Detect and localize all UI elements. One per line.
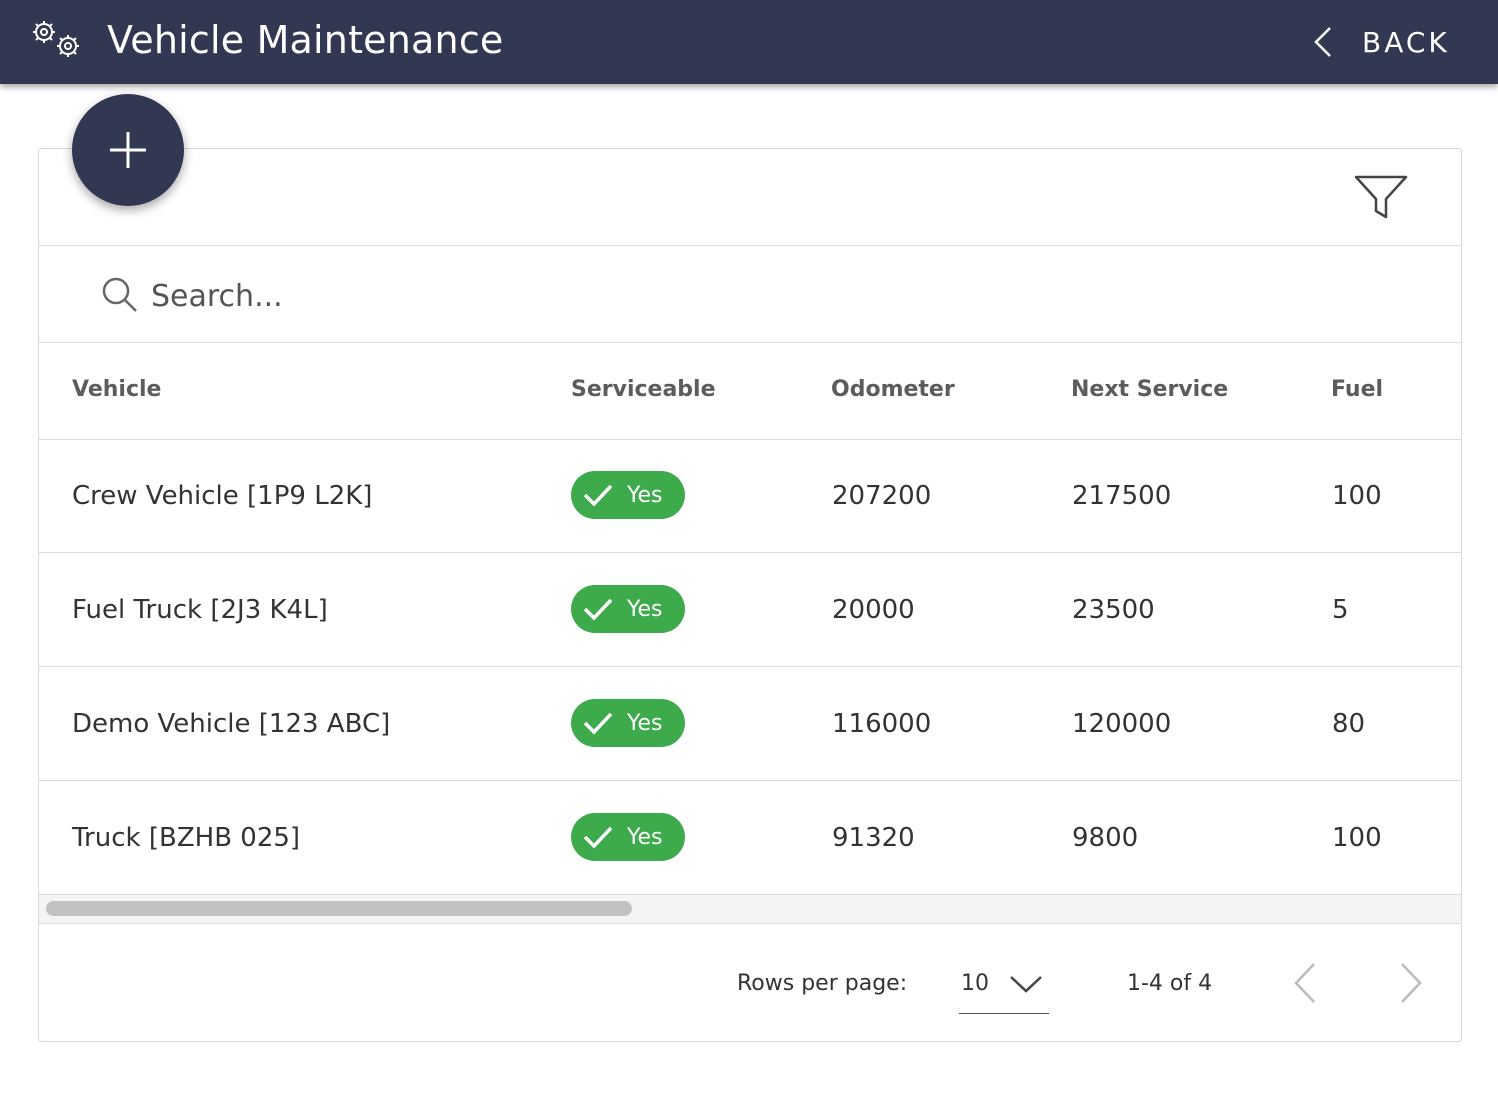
odometer-cell: 91320: [832, 823, 915, 853]
vehicle-cell: Demo Vehicle [123 ABC]: [72, 709, 391, 739]
serviceable-badge: Yes: [571, 813, 685, 861]
search-input[interactable]: [149, 272, 753, 320]
rows-per-page-value: 10: [961, 971, 989, 996]
table-row[interactable]: Crew Vehicle [1P9 L2K] Yes 207200 217500…: [39, 439, 1461, 553]
fuel-cell: 80: [1332, 709, 1366, 739]
serviceable-badge: Yes: [571, 699, 685, 747]
pagination-footer: Rows per page: 10 1-4 of 4: [39, 925, 1461, 1041]
add-vehicle-button[interactable]: [72, 94, 184, 206]
column-header-vehicle[interactable]: Vehicle: [72, 377, 161, 402]
serviceable-badge: Yes: [571, 585, 685, 633]
table-row[interactable]: Truck [BZHB 025] Yes 91320 9800 100: [39, 781, 1461, 895]
back-label: BACK: [1362, 25, 1450, 59]
next-service-cell: 217500: [1072, 481, 1172, 511]
horizontal-scrollbar[interactable]: [39, 895, 1461, 924]
check-icon: [583, 826, 613, 849]
filter-icon[interactable]: [1353, 173, 1409, 221]
serviceable-label: Yes: [627, 710, 663, 736]
chevron-down-icon: [1010, 976, 1042, 993]
fuel-cell: 100: [1332, 823, 1382, 853]
gears-icon: [33, 21, 79, 57]
next-service-cell: 9800: [1072, 823, 1139, 853]
table-toolbar: [39, 149, 1461, 246]
page-range: 1-4 of 4: [1127, 971, 1213, 996]
column-header-next-service[interactable]: Next Service: [1071, 377, 1228, 402]
odometer-cell: 20000: [832, 595, 915, 625]
table-header: Vehicle Serviceable Odometer Next Servic…: [39, 343, 1461, 440]
table-row[interactable]: Fuel Truck [2J3 K4L] Yes 20000 23500 5: [39, 553, 1461, 667]
chevron-left-icon: [1314, 27, 1331, 57]
fuel-cell: 100: [1332, 481, 1382, 511]
rows-per-page-label: Rows per page:: [737, 971, 908, 996]
check-icon: [583, 712, 613, 735]
page-title: Vehicle Maintenance: [107, 18, 504, 62]
previous-page-button[interactable]: [1293, 961, 1317, 1005]
next-service-cell: 23500: [1072, 595, 1155, 625]
rows-per-page-select[interactable]: 10: [959, 963, 1049, 1014]
check-icon: [583, 598, 613, 621]
fuel-cell: 5: [1332, 595, 1349, 625]
app-bar: Vehicle Maintenance BACK: [0, 0, 1498, 84]
serviceable-label: Yes: [627, 824, 663, 850]
odometer-cell: 207200: [832, 481, 932, 511]
scrollbar-thumb[interactable]: [46, 901, 632, 916]
vehicle-cell: Crew Vehicle [1P9 L2K]: [72, 481, 373, 511]
back-button[interactable]: BACK: [1310, 22, 1450, 62]
serviceable-label: Yes: [627, 482, 663, 508]
plus-icon: [110, 132, 146, 168]
check-icon: [583, 484, 613, 507]
search-bar: [39, 246, 1461, 343]
column-header-serviceable[interactable]: Serviceable: [571, 377, 716, 402]
serviceable-badge: Yes: [571, 471, 685, 519]
serviceable-label: Yes: [627, 596, 663, 622]
column-header-odometer[interactable]: Odometer: [831, 377, 955, 402]
table-row[interactable]: Demo Vehicle [123 ABC] Yes 116000 120000…: [39, 667, 1461, 781]
vehicle-cell: Fuel Truck [2J3 K4L]: [72, 595, 328, 625]
vehicle-table-card: Vehicle Serviceable Odometer Next Servic…: [38, 148, 1462, 1042]
odometer-cell: 116000: [832, 709, 932, 739]
vehicle-cell: Truck [BZHB 025]: [72, 823, 301, 853]
next-page-button[interactable]: [1399, 961, 1423, 1005]
next-service-cell: 120000: [1072, 709, 1172, 739]
search-icon: [102, 277, 137, 312]
column-header-fuel[interactable]: Fuel: [1331, 377, 1383, 402]
